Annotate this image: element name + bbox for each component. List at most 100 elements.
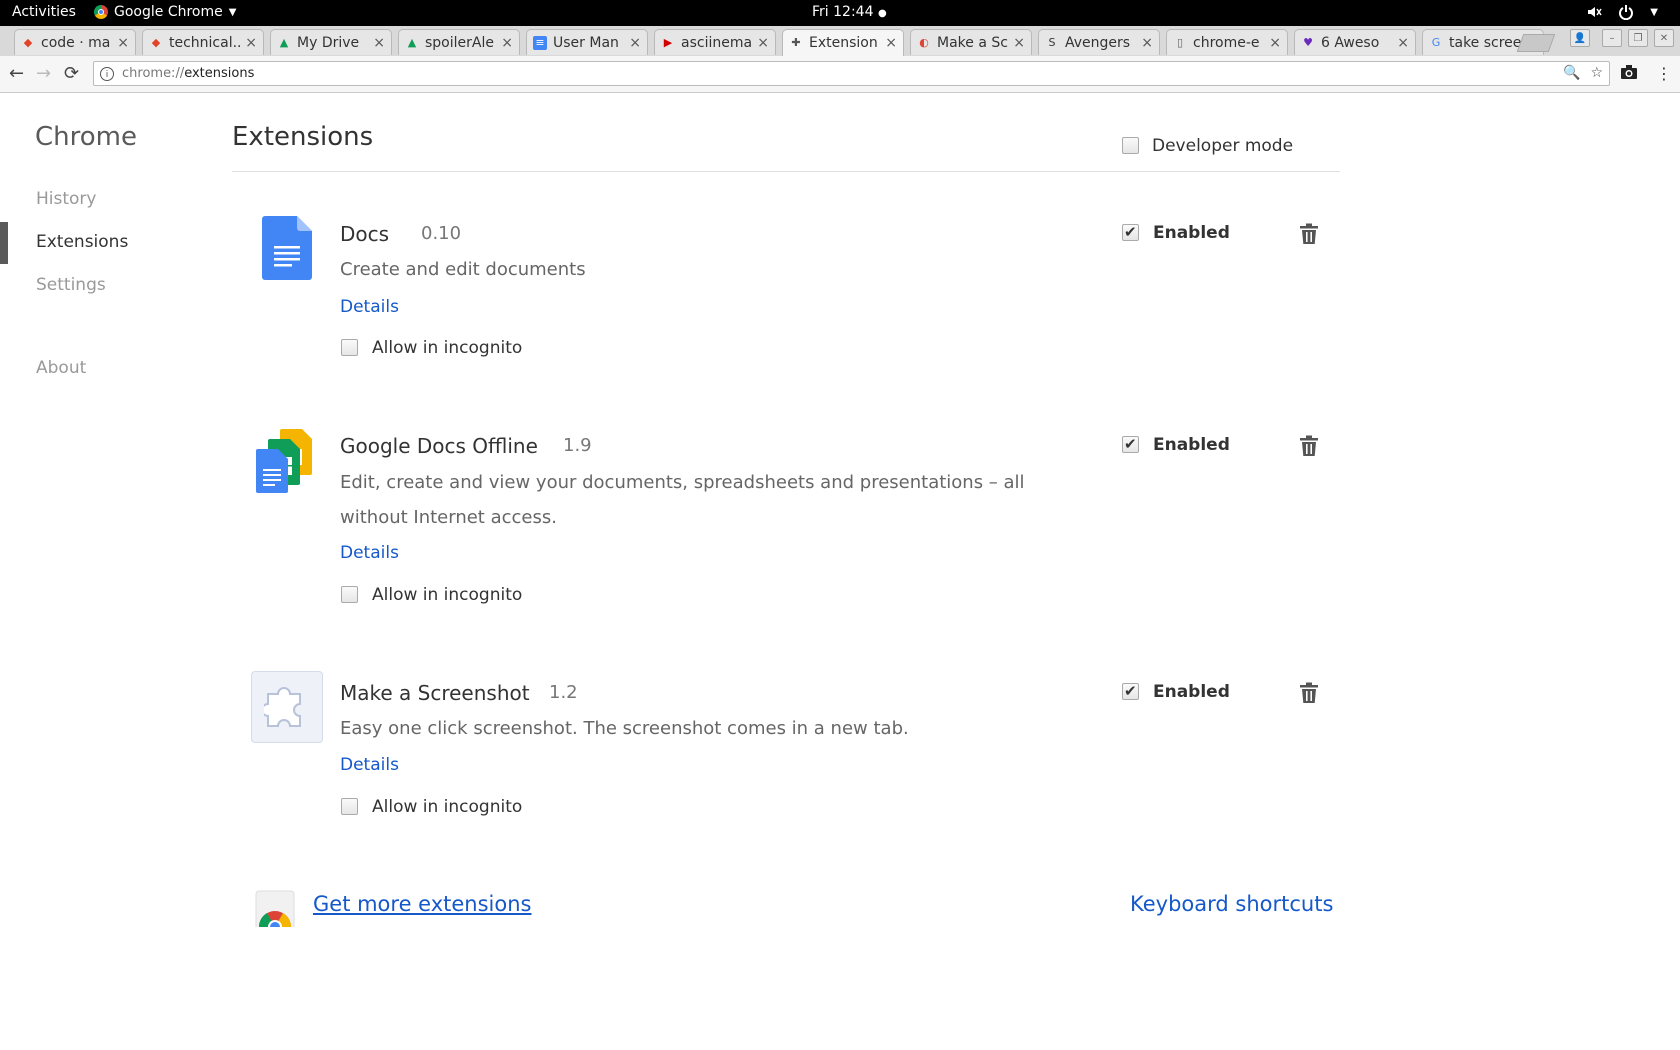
maximize-button[interactable]: ❐ xyxy=(1628,29,1648,47)
chrome-logo-icon xyxy=(94,5,108,19)
app-menu[interactable]: Google Chrome ▼ xyxy=(94,4,236,20)
bookmark-star-icon[interactable]: ☆ xyxy=(1590,65,1603,81)
enabled-checkbox[interactable] xyxy=(1122,682,1139,700)
info-icon[interactable]: i xyxy=(100,66,114,81)
tab[interactable]: ◆ code · ma × xyxy=(14,29,136,55)
get-more-extensions-link[interactable]: Get more extensions xyxy=(313,892,532,916)
tab[interactable]: ▶ asciinema × xyxy=(654,29,776,55)
tab-close-icon[interactable]: × xyxy=(1397,35,1409,51)
extension-version: 1.2 xyxy=(549,682,578,703)
minimize-button[interactable]: – xyxy=(1602,29,1622,47)
extension-description: Easy one click screenshot. The screensho… xyxy=(340,718,909,739)
enabled-label[interactable]: Enabled xyxy=(1153,682,1230,702)
developer-mode-label[interactable]: Developer mode xyxy=(1152,136,1293,156)
tab-close-icon[interactable]: × xyxy=(117,35,129,51)
tab-close-icon[interactable]: × xyxy=(501,35,513,51)
google-icon: G xyxy=(1431,35,1441,49)
tab-title: spoilerAle xyxy=(425,34,494,51)
drive-icon: ▲ xyxy=(279,35,289,49)
tab-close-icon[interactable]: × xyxy=(1269,35,1281,51)
tab[interactable]: ♥ 6 Aweso × xyxy=(1294,29,1416,55)
sidebar-item-history[interactable]: History xyxy=(36,189,96,209)
caret-down-icon[interactable]: ▼ xyxy=(1650,7,1658,18)
new-tab-button[interactable] xyxy=(1516,34,1556,52)
details-link[interactable]: Details xyxy=(340,543,399,563)
power-icon[interactable] xyxy=(1618,4,1634,20)
incognito-checkbox[interactable] xyxy=(341,798,358,815)
tab-close-icon[interactable]: × xyxy=(629,35,641,51)
puzzle-icon xyxy=(264,687,301,727)
developer-mode-checkbox[interactable] xyxy=(1122,137,1139,154)
tab-title: My Drive xyxy=(297,34,360,51)
details-link[interactable]: Details xyxy=(340,297,399,317)
extension-description: Edit, create and view your documents, sp… xyxy=(340,472,1025,528)
heart-icon: ♥ xyxy=(1303,35,1313,49)
omnibox[interactable]: i chrome://extensions 🔍 ☆ xyxy=(93,61,1610,86)
incognito-label[interactable]: Allow in incognito xyxy=(372,585,522,605)
incognito-checkbox[interactable] xyxy=(341,339,358,356)
keyboard-shortcuts-link[interactable]: Keyboard shortcuts xyxy=(1130,892,1333,916)
sidebar-item-settings[interactable]: Settings xyxy=(36,275,106,295)
sr-icon: S xyxy=(1048,35,1056,49)
close-window-button[interactable]: ✕ xyxy=(1654,29,1674,47)
profile-icon[interactable]: 👤 xyxy=(1570,29,1590,47)
drive-icon: ▲ xyxy=(407,35,417,49)
incognito-label[interactable]: Allow in incognito xyxy=(372,338,522,358)
enabled-label[interactable]: Enabled xyxy=(1153,223,1230,243)
window-controls: 👤 xyxy=(1570,29,1590,47)
volume-icon[interactable] xyxy=(1586,4,1602,20)
page-title: Extensions xyxy=(232,122,374,152)
incognito-checkbox[interactable] xyxy=(341,586,358,603)
camera-icon[interactable] xyxy=(1620,64,1638,84)
clock[interactable]: Fri 12:44 ● xyxy=(812,4,887,20)
menu-dots-icon[interactable]: ⋮ xyxy=(1656,64,1672,83)
details-link[interactable]: Details xyxy=(340,755,399,775)
reload-button[interactable]: ⟳ xyxy=(64,63,79,84)
tab[interactable]: ▯ chrome-e × xyxy=(1166,29,1288,55)
docs-offline-icon xyxy=(256,429,312,493)
browser-toolbar: ← → ⟳ i chrome://extensions 🔍 ☆ ⋮ xyxy=(0,56,1680,93)
incognito-label[interactable]: Allow in incognito xyxy=(372,797,522,817)
sidebar-selection-marker xyxy=(0,222,8,264)
system-tray[interactable]: ▼ xyxy=(1586,4,1658,20)
extension-description: Create and edit documents xyxy=(340,259,586,280)
enabled-checkbox[interactable] xyxy=(1122,435,1139,453)
extension-name: Make a Screenshot xyxy=(340,681,530,705)
activities-button[interactable]: Activities xyxy=(12,4,76,20)
trash-icon[interactable] xyxy=(1299,682,1319,704)
tab-close-icon[interactable]: × xyxy=(757,35,769,51)
zoom-icon[interactable]: 🔍 xyxy=(1563,65,1580,81)
tab-close-icon[interactable]: × xyxy=(1013,35,1025,51)
docs-icon xyxy=(262,216,312,280)
tab[interactable]: ▲ spoilerAle × xyxy=(398,29,520,55)
tab[interactable]: ◆ technical... × xyxy=(142,29,264,55)
system-top-bar: Activities Google Chrome ▼ Fri 12:44 ● ▼ xyxy=(0,0,1680,26)
sidebar-item-about[interactable]: About xyxy=(36,358,86,378)
forward-button[interactable]: → xyxy=(36,63,51,84)
tab[interactable]: ◐ Make a Sc × xyxy=(910,29,1032,55)
tab-title: Extension xyxy=(809,35,878,51)
extension-version: 1.9 xyxy=(563,435,592,456)
tab-title: 6 Aweso xyxy=(1321,34,1380,51)
tab-close-icon[interactable]: × xyxy=(373,35,385,51)
page-icon: ▯ xyxy=(1176,35,1184,49)
tab[interactable]: S Avengers × xyxy=(1038,29,1160,55)
tab-strip: ◆ code · ma × ◆ technical... × ▲ My Drive × ▲ spoi… xyxy=(0,26,1680,56)
tab-title: chrome-e xyxy=(1193,34,1260,51)
tab[interactable]: ▲ My Drive × xyxy=(270,29,392,55)
trash-icon[interactable] xyxy=(1299,435,1319,457)
trash-icon[interactable] xyxy=(1299,223,1319,245)
sidebar-item-extensions[interactable]: Extensions xyxy=(36,232,128,252)
tab-close-icon[interactable]: × xyxy=(885,35,897,51)
tab[interactable]: ✚ Extension × xyxy=(782,29,904,56)
tab[interactable]: ≡ User Man × xyxy=(526,29,648,55)
tab-close-icon[interactable]: × xyxy=(245,35,257,51)
tab-close-icon[interactable]: × xyxy=(1141,35,1153,51)
docs-icon: ≡ xyxy=(533,35,547,50)
clock-label: Fri 12:44 xyxy=(812,4,874,20)
enabled-checkbox[interactable] xyxy=(1122,223,1139,241)
extension-version: 0.10 xyxy=(421,223,462,244)
enabled-label[interactable]: Enabled xyxy=(1153,435,1230,455)
puzzle-icon: ✚ xyxy=(791,36,801,49)
back-button[interactable]: ← xyxy=(9,63,24,84)
